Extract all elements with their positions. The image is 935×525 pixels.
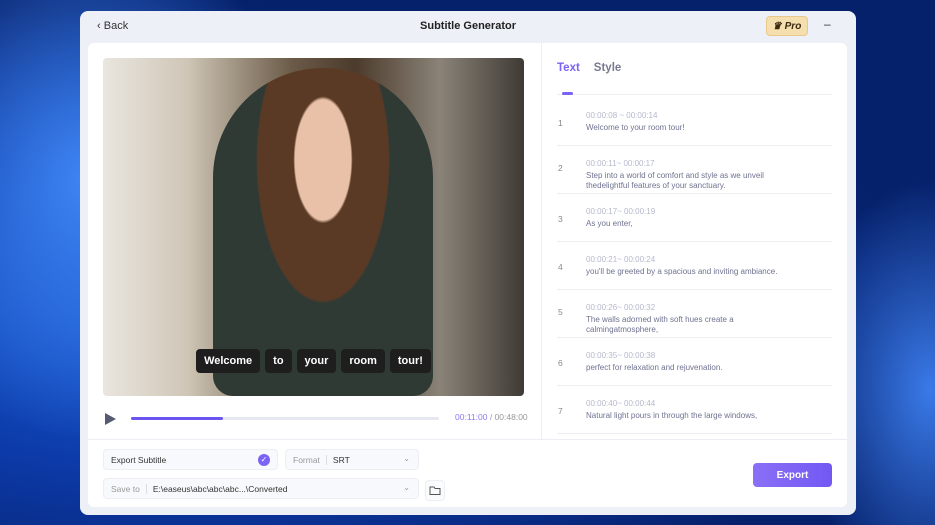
subtitle-text[interactable]: you'll be greeted by a spacious and invi… [586,267,786,277]
export-subtitle-toggle[interactable]: Export Subtitle ✓ [103,449,278,470]
time-display: 00:11:00 / 00:48:00 [455,412,528,422]
save-to-select[interactable]: Save to E:\easeus\abc\abc\abc...\Converte… [103,478,419,499]
subtitle-list-item[interactable]: 1 00:00:08 ~ 00:00:14 Welcome to your ro… [557,98,832,146]
title-bar: ‹ Back Subtitle Generator ♛ Pro – [80,11,856,43]
app-window: ‹ Back Subtitle Generator ♛ Pro – Welcome… [80,11,856,515]
folder-icon[interactable] [425,480,445,501]
subtitle-word: room [341,349,385,373]
play-icon[interactable] [105,413,116,425]
subtitle-text[interactable]: Natural light pours in through the large… [586,411,786,421]
subtitle-time: 00:00:11~ 00:00:17 [586,159,655,168]
active-tab-indicator [562,92,573,95]
export-bar: Export Subtitle ✓ Format SRT ⌄ Save to E:\ea… [88,439,847,507]
subtitle-word: tour! [389,349,431,373]
format-label: Format [293,454,327,465]
window-title: Subtitle Generator [420,20,516,32]
current-time: 00:11:00 [455,412,488,422]
pro-badge[interactable]: ♛ Pro [766,16,808,36]
total-time: 00:48:00 [494,412,528,422]
subtitle-text[interactable]: Step into a world of comfort and style a… [586,171,786,191]
video-preview[interactable]: Welcome to your room tour! [103,58,524,396]
minimize-button[interactable]: – [824,17,831,31]
subtitle-list-item[interactable]: 7 00:00:40~ 00:00:44 Natural light pours… [557,386,832,434]
tab-text[interactable]: Text [557,62,580,74]
subtitle-index: 4 [558,262,563,272]
subtitle-index: 5 [558,307,563,317]
subtitle-text[interactable]: The walls adorned with soft hues create … [586,315,786,335]
main-panel: Welcome to your room tour! 00:11:00 / 00… [88,43,847,507]
tab-divider [557,94,832,95]
subtitle-time: 00:00:40~ 00:00:44 [586,399,656,408]
subtitle-time: 00:00:08 ~ 00:00:14 [586,111,658,120]
subtitle-index: 3 [558,214,563,224]
subtitle-text[interactable]: As you enter, [586,219,786,229]
save-path: E:\easeus\abc\abc\abc...\Converted [152,483,288,494]
format-select[interactable]: Format SRT ⌄ [285,449,419,470]
subtitle-list-item[interactable]: 5 00:00:26~ 00:00:32 The walls adorned w… [557,290,832,338]
chevron-down-icon: ⌄ [403,483,410,492]
subtitle-word: your [296,349,337,373]
export-button[interactable]: Export [753,463,832,487]
crown-icon: ♛ [772,20,782,32]
subtitle-time: 00:00:35~ 00:00:38 [586,351,656,360]
pro-label: Pro [784,20,802,32]
subtitle-time: 00:00:26~ 00:00:32 [586,303,656,312]
video-frame-person [213,68,433,396]
subtitle-list-item[interactable]: 4 00:00:21~ 00:00:24 you'll be greeted b… [557,242,832,290]
export-subtitle-label: Export Subtitle [111,454,167,465]
subtitle-index: 1 [558,118,563,128]
subtitle-overlay: Welcome to your room tour! [103,349,524,373]
subtitle-list-item[interactable]: 3 00:00:17~ 00:00:19 As you enter, [557,194,832,242]
chevron-down-icon: ⌄ [403,454,410,463]
subtitle-index: 7 [558,406,563,416]
format-value: SRT [332,454,350,465]
subtitle-panel: Text Style 1 00:00:08 ~ 00:00:14 Welcome… [541,43,847,439]
subtitle-list-item[interactable]: 6 00:00:35~ 00:00:38 perfect for relaxat… [557,338,832,386]
tab-style[interactable]: Style [594,62,622,74]
subtitle-text[interactable]: Welcome to your room tour! [586,123,786,133]
subtitle-time: 00:00:17~ 00:00:19 [586,207,656,216]
subtitle-list-item[interactable]: 2 00:00:11~ 00:00:17 Step into a world o… [557,146,832,194]
subtitle-index: 6 [558,358,563,368]
progress-slider[interactable] [131,417,439,420]
subtitle-time: 00:00:21~ 00:00:24 [586,255,656,264]
subtitle-word: Welcome [196,349,261,373]
subtitle-word: to [265,349,292,373]
progress-fill [131,417,224,420]
subtitle-index: 2 [558,163,563,173]
save-to-label: Save to [111,483,147,494]
checkmark-icon[interactable]: ✓ [258,454,270,466]
subtitle-text[interactable]: perfect for relaxation and rejuvenation. [586,363,786,373]
